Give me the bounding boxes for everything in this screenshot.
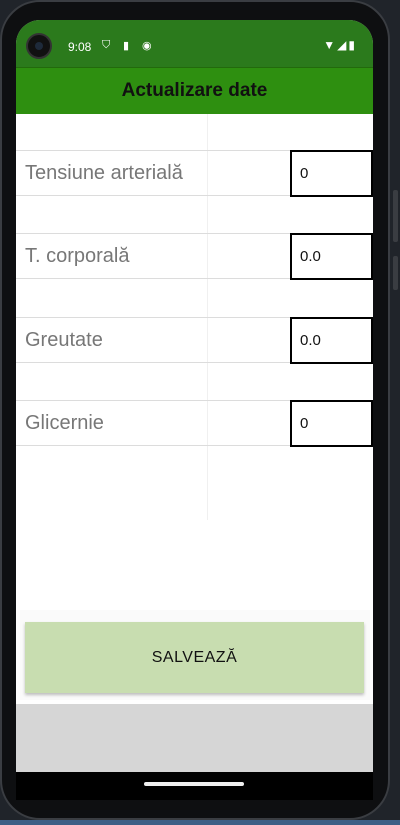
signal-icon: ◢ (337, 38, 349, 52)
greutate-label: Greutate (16, 317, 290, 363)
app-bar: Actualizare date (16, 67, 373, 114)
form-row-glicemie: Glicernie (16, 400, 373, 447)
status-time: 9:08 (68, 40, 92, 54)
tensiune-label: Tensiune arterială (16, 150, 290, 196)
save-button[interactable]: SALVEAZĂ (25, 622, 364, 693)
navigation-bar (16, 772, 373, 800)
tensiune-input[interactable] (290, 150, 373, 197)
volume-button (393, 190, 398, 242)
bottom-edge (0, 820, 400, 825)
status-right-icons: ▼◢▮ (323, 38, 357, 52)
home-indicator[interactable] (144, 782, 244, 786)
glicemie-label: Glicernie (16, 400, 290, 446)
form-row-tensiune: Tensiune arterială (16, 150, 373, 197)
power-button (393, 256, 398, 290)
form-row-temperatura: T. corporală (16, 233, 373, 280)
temperatura-label: T. corporală (16, 233, 290, 279)
form-content: Tensiune arterială T. corporală Greutate… (16, 114, 373, 704)
battery-icon: ▮ (348, 38, 357, 52)
shield-icon: ⛉ (102, 39, 111, 51)
greutate-input[interactable] (290, 317, 373, 364)
notification-icon: ◉ (142, 40, 152, 52)
page-title: Actualizare date (121, 80, 268, 101)
status-bar: 9:08 ⛉ ▮ ◉ ▼◢▮ (16, 20, 373, 67)
wifi-icon: ▼ (323, 38, 338, 52)
form-row-greutate: Greutate (16, 317, 373, 364)
glicemie-input[interactable] (290, 400, 373, 447)
temperatura-input[interactable] (290, 233, 373, 280)
empty-bottom-area (16, 704, 373, 772)
sd-card-icon: ▮ (123, 40, 130, 52)
screen: 9:08 ⛉ ▮ ◉ ▼◢▮ Actualizare date Tensiune… (16, 20, 373, 772)
camera-icon (26, 33, 52, 59)
